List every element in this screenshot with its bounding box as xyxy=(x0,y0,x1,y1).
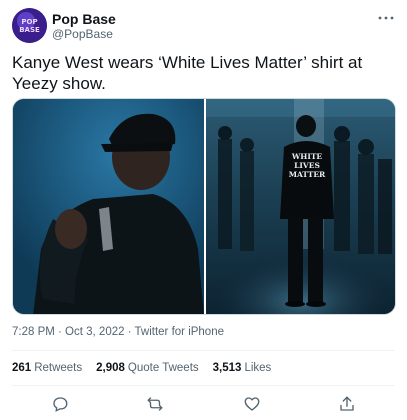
likes-count: 3,513 xyxy=(212,362,242,374)
retweet-icon[interactable] xyxy=(143,392,167,416)
likes-label: Likes xyxy=(244,362,272,374)
likes-stat[interactable]: 3,513 Likes xyxy=(213,362,272,374)
avatar[interactable]: POP BASE xyxy=(12,8,47,43)
svg-text:MATTER: MATTER xyxy=(289,170,326,179)
tweet-card: POP BASE Pop Base @PopBase Kanye West we… xyxy=(0,0,407,420)
author-display-name[interactable]: Pop Base xyxy=(52,11,116,27)
retweets-count: 261 xyxy=(12,362,32,374)
divider xyxy=(12,350,395,351)
more-icon[interactable] xyxy=(378,9,394,23)
retweets-stat[interactable]: 261 Retweets xyxy=(12,362,82,374)
share-icon[interactable] xyxy=(335,392,359,416)
author-handle[interactable]: @PopBase xyxy=(52,27,113,41)
kanye-closeup-photo xyxy=(13,99,204,314)
tweet-media[interactable]: WHITE LIVES MATTER xyxy=(12,98,396,315)
divider xyxy=(12,385,395,386)
svg-text:WHITE: WHITE xyxy=(291,152,323,161)
like-icon[interactable] xyxy=(240,392,264,416)
quote-tweets-count: 2,908 xyxy=(96,362,125,374)
media-photo-right[interactable]: WHITE LIVES MATTER xyxy=(206,99,395,314)
svg-text:BASE: BASE xyxy=(19,26,40,34)
kanye-back-white-lives-matter-shirt-photo: WHITE LIVES MATTER xyxy=(206,99,395,314)
tweet-timestamp[interactable]: 7:28 PM · Oct 3, 2022 · Twitter for iPho… xyxy=(12,326,224,338)
tweet-text: Kanye West wears ‘White Lives Matter’ sh… xyxy=(12,53,363,93)
pop-base-logo: POP BASE xyxy=(12,8,47,43)
tweet-actions xyxy=(0,392,407,416)
quote-tweets-stat[interactable]: 2,908 Quote Tweets xyxy=(96,362,199,374)
svg-text:POP: POP xyxy=(21,18,37,26)
reply-icon[interactable] xyxy=(48,392,72,416)
retweets-label: Retweets xyxy=(34,362,83,374)
tweet-stats: 261 Retweets 2,908 Quote Tweets 3,513 Likes xyxy=(12,362,271,374)
quote-tweets-label: Quote Tweets xyxy=(127,362,199,374)
svg-text:LIVES: LIVES xyxy=(294,161,320,170)
media-photo-left[interactable] xyxy=(13,99,204,314)
